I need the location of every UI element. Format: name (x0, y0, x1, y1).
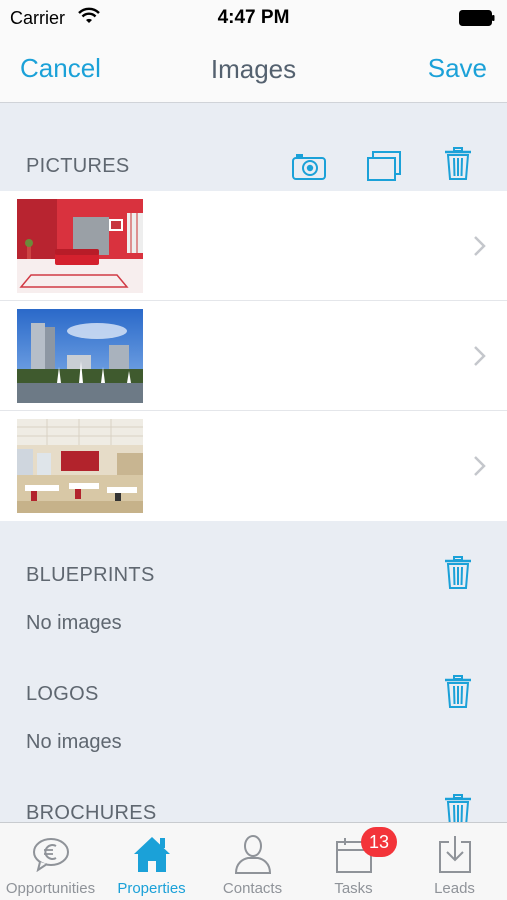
navigation-bar: Cancel Images Save (0, 36, 507, 103)
tab-properties[interactable]: Properties (101, 823, 202, 900)
tab-label-properties: Properties (117, 880, 186, 897)
trash-icon[interactable] (438, 555, 478, 591)
tab-leads[interactable]: Leads (404, 823, 505, 900)
chevron-right-icon (473, 235, 487, 257)
pictures-section-header: PICTURES (26, 155, 130, 177)
picture-row[interactable] (0, 411, 507, 521)
logos-section-header: LOGOS (26, 683, 99, 705)
tab-contacts[interactable]: Contacts (202, 823, 303, 900)
chevron-right-icon (473, 455, 487, 477)
person-icon (202, 831, 303, 877)
tab-label-tasks: Tasks (334, 880, 373, 897)
logos-empty-text: No images (26, 731, 122, 753)
battery-icon (459, 10, 495, 26)
house-icon (101, 831, 202, 877)
euro-bubble-icon (0, 831, 101, 877)
tab-label-leads: Leads (434, 880, 475, 897)
trash-icon[interactable] (438, 674, 478, 710)
blueprints-empty-text: No images (26, 612, 122, 634)
chevron-right-icon (473, 345, 487, 367)
picture-thumbnail-red-living-room (17, 199, 143, 293)
picture-thumbnail-office-interior (17, 419, 143, 513)
tasks-badge: 13 (361, 827, 397, 857)
tab-tasks[interactable]: 13 Tasks (303, 823, 404, 900)
picture-thumbnail-city-buildings (17, 309, 143, 403)
status-time: 4:47 PM (217, 7, 290, 28)
trash-icon[interactable] (438, 793, 478, 822)
camera-icon[interactable] (289, 148, 329, 184)
status-bar: Carrier 4:47 PM (0, 0, 507, 36)
tab-bar: Opportunities Properties Contacts 13 Tas… (0, 822, 507, 900)
tab-label-opportunities: Opportunities (5, 880, 96, 897)
picture-row[interactable] (0, 191, 507, 301)
brochures-section-header: BROCHURES (26, 802, 157, 822)
images-content[interactable]: PICTURES BLUEPRINTS No images LOGOS No i… (0, 104, 507, 822)
tab-label-contacts: Contacts (222, 880, 283, 897)
download-tray-icon (404, 831, 505, 877)
picture-row[interactable] (0, 301, 507, 411)
tab-opportunities[interactable]: Opportunities (0, 823, 101, 900)
trash-icon[interactable] (438, 146, 478, 182)
photo-library-icon[interactable] (364, 148, 404, 184)
save-button[interactable]: Save (428, 53, 487, 84)
pictures-list (0, 191, 507, 521)
blueprints-section-header: BLUEPRINTS (26, 564, 155, 586)
